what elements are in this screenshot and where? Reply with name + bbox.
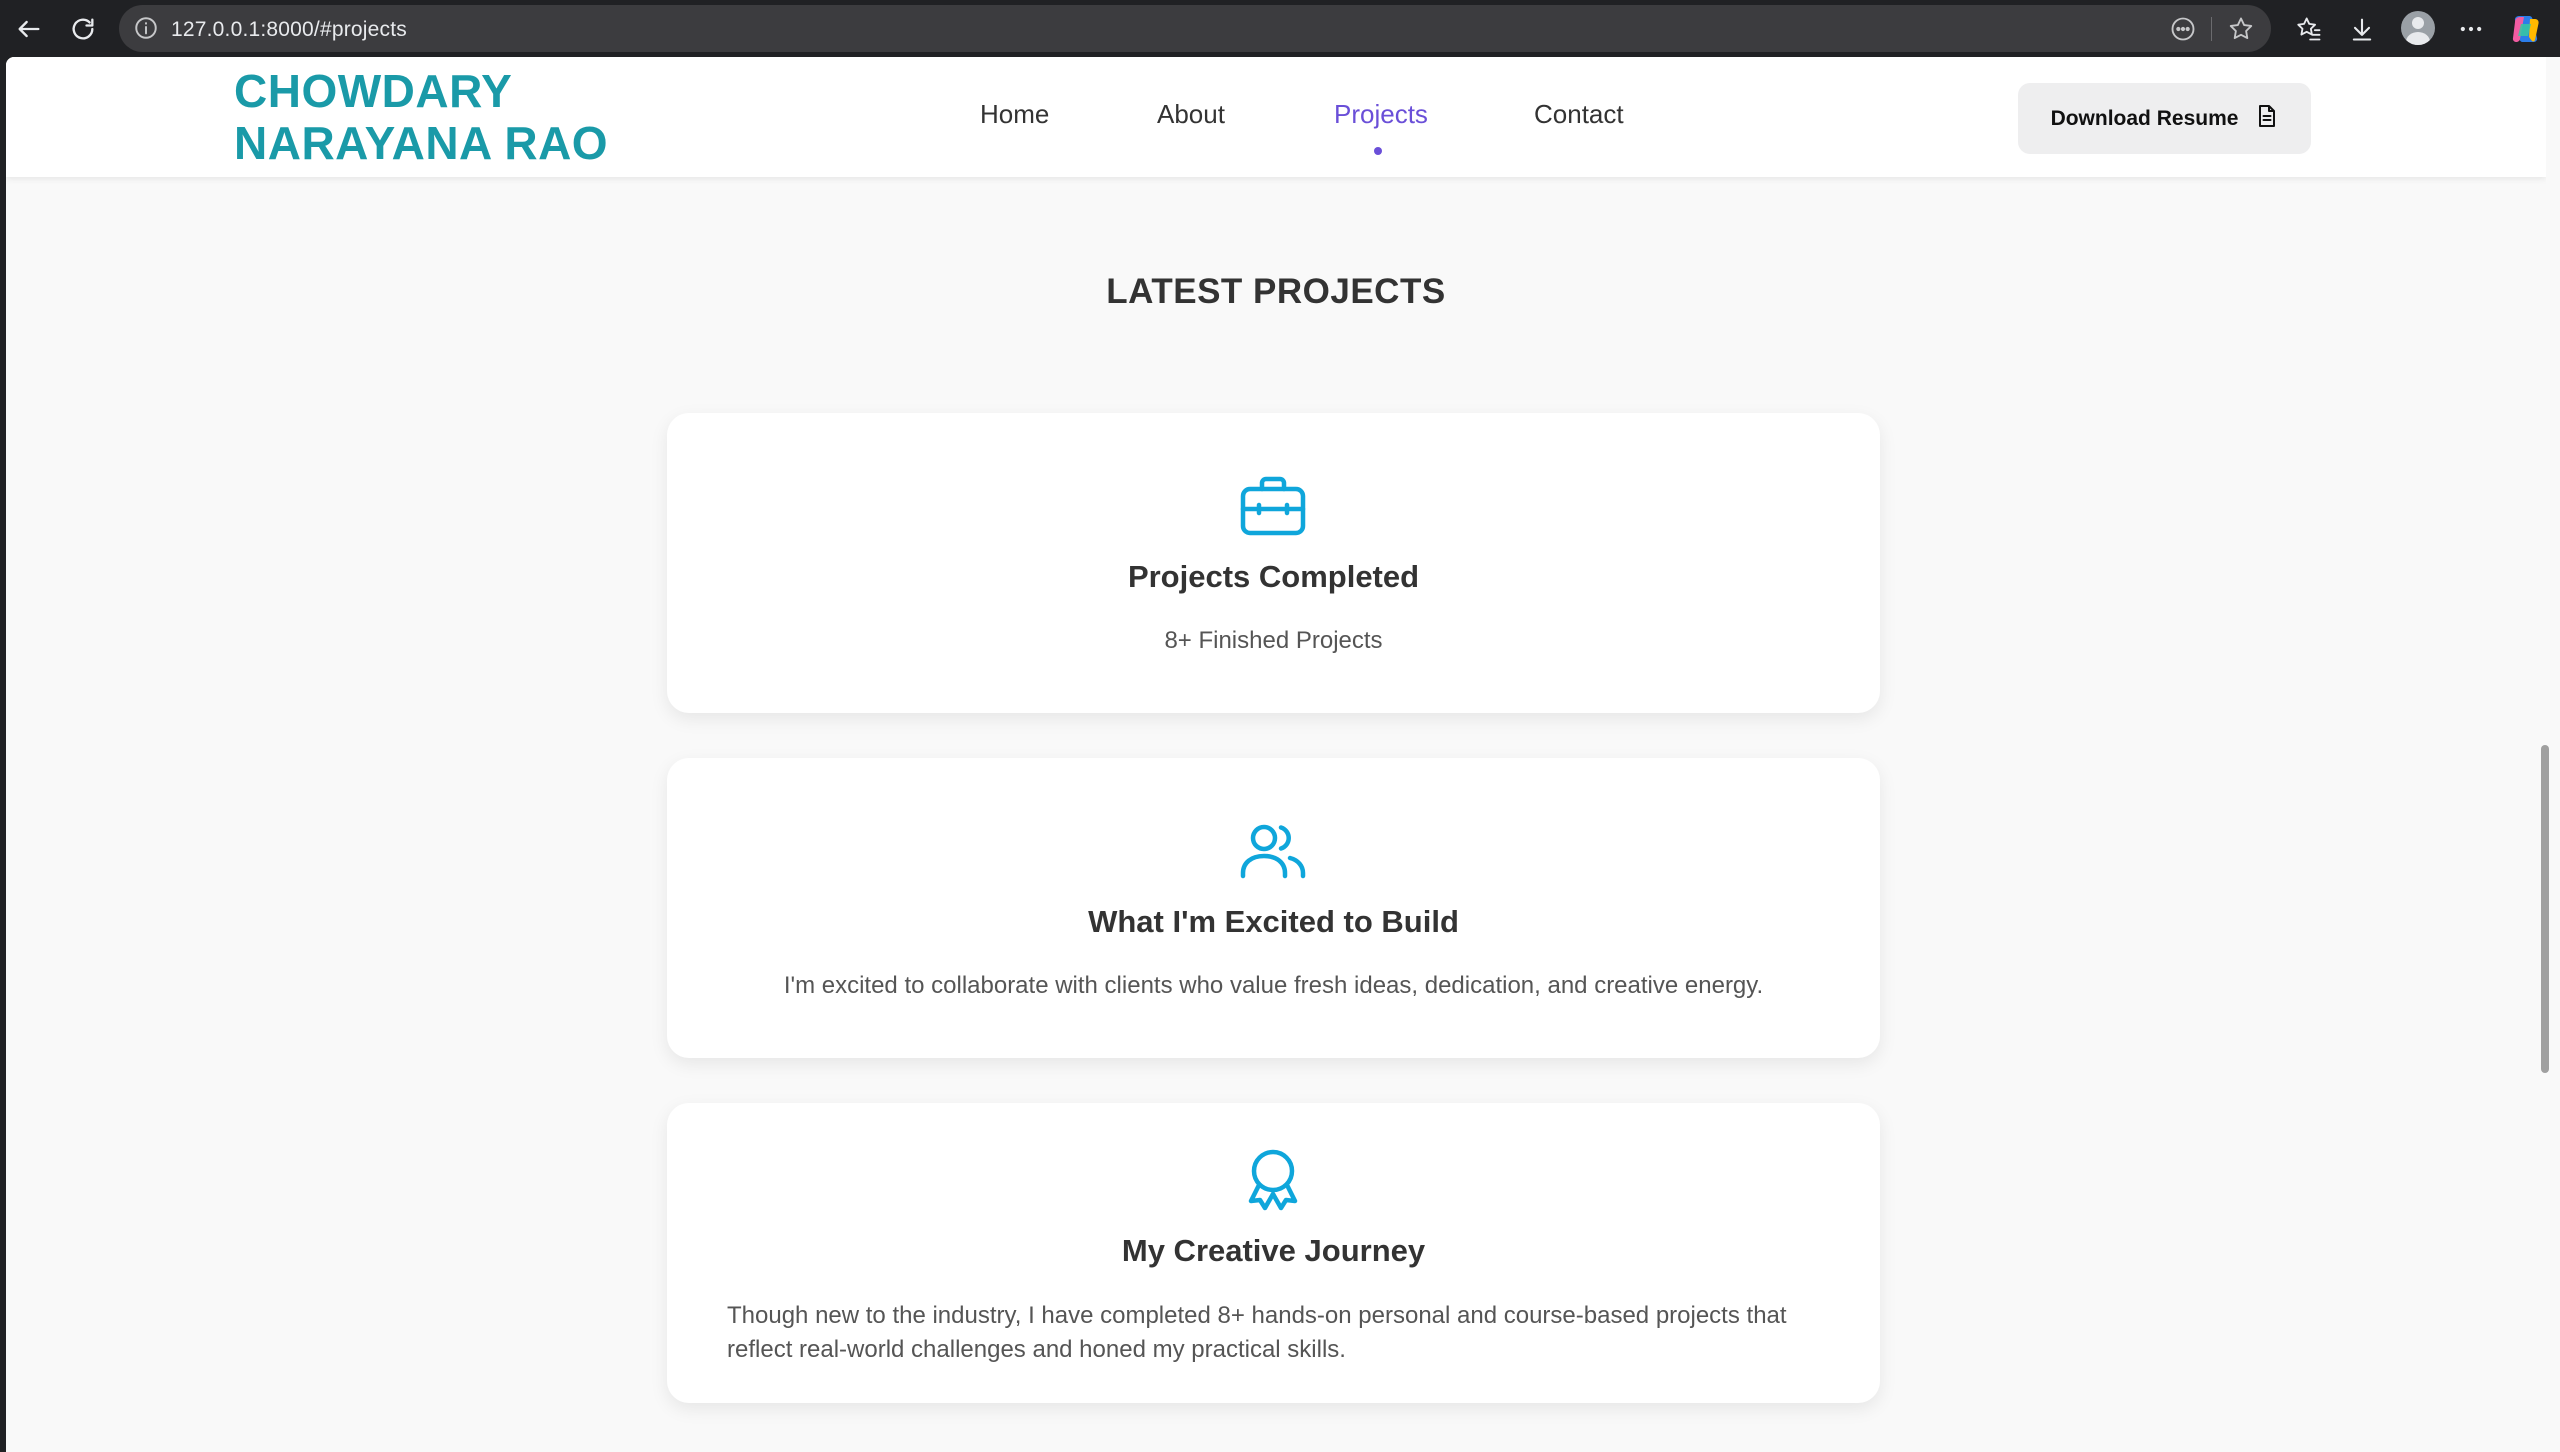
briefcase-icon — [1237, 471, 1309, 543]
award-icon — [1237, 1145, 1309, 1217]
nav-active-indicator — [1374, 147, 1382, 155]
nav-home[interactable]: Home — [980, 99, 1049, 130]
site-info-icon[interactable] — [133, 15, 159, 41]
project-card: My Creative Journey Though new to the in… — [667, 1103, 1880, 1403]
card-text: Though new to the industry, I have compl… — [727, 1302, 1787, 1363]
card-title: Projects Completed — [1127, 559, 1420, 594]
reading-mode-icon[interactable] — [2169, 15, 2197, 43]
address-bar[interactable]: 127.0.0.1:8000/#projects — [119, 5, 2271, 52]
card-title: My Creative Journey — [1121, 1233, 1426, 1268]
favorite-star-icon[interactable] — [2227, 15, 2255, 43]
profile-avatar[interactable] — [2401, 11, 2435, 45]
copilot-icon[interactable] — [2509, 12, 2543, 46]
card-text: I'm excited to collaborate with clients … — [783, 972, 1764, 999]
document-icon — [2256, 104, 2278, 134]
nav-projects[interactable]: Projects — [1334, 99, 1428, 130]
download-resume-label: Download Resume — [2050, 106, 2239, 130]
reload-icon[interactable] — [64, 10, 102, 48]
more-options-icon[interactable] — [2452, 10, 2490, 48]
url-text: 127.0.0.1:8000/#projects — [171, 18, 407, 41]
section-title: LATEST PROJECTS — [1106, 272, 1446, 312]
nav-about[interactable]: About — [1157, 99, 1225, 130]
downloads-icon[interactable] — [2343, 10, 2381, 48]
browser-toolbar: 127.0.0.1:8000/#projects — [0, 0, 2560, 57]
favorites-icon[interactable] — [2290, 10, 2328, 48]
site-header: CHOWDARY NARAYANA RAO Home About Project… — [6, 57, 2546, 177]
project-card: What I'm Excited to Build I'm excited to… — [667, 758, 1880, 1058]
address-separator — [2211, 17, 2212, 41]
card-text: 8+ Finished Projects — [1164, 627, 1383, 654]
card-title: What I'm Excited to Build — [1088, 904, 1459, 939]
project-card: Projects Completed 8+ Finished Projects — [667, 413, 1880, 713]
scrollbar-thumb[interactable] — [2541, 745, 2549, 1073]
back-icon[interactable] — [10, 10, 48, 48]
users-icon — [1237, 816, 1309, 888]
nav-contact[interactable]: Contact — [1534, 99, 1624, 130]
page-viewport: CHOWDARY NARAYANA RAO Home About Project… — [6, 57, 2546, 1452]
download-resume-button[interactable]: Download Resume — [2018, 83, 2311, 154]
